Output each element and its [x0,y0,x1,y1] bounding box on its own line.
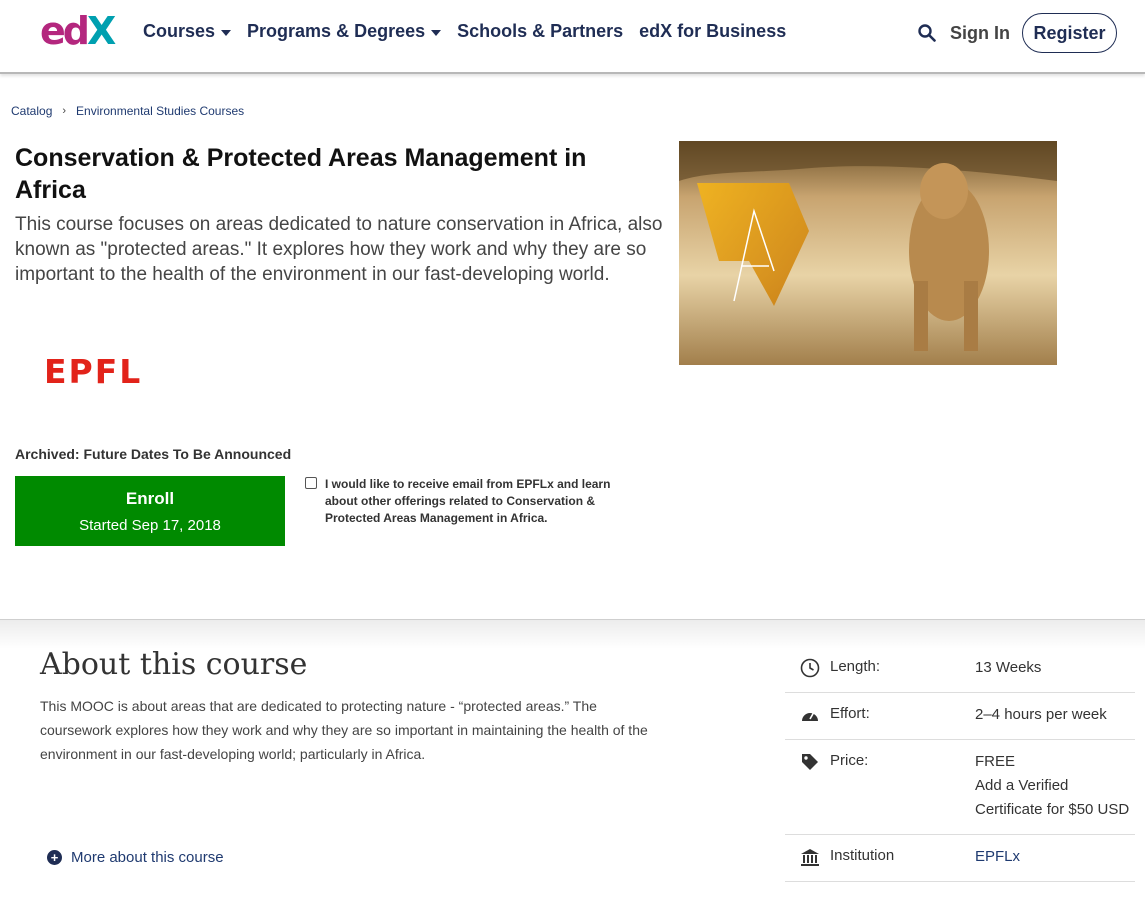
price-free: FREE [975,753,1016,770]
register-button[interactable]: Register [1022,13,1117,53]
school-logo[interactable]: EPFL [44,352,142,391]
fact-effort: Effort: 2–4 hours per week [785,693,1135,740]
institution-icon [800,847,820,867]
email-optin-checkbox[interactable] [305,477,317,489]
course-description: This course focuses on areas dedicated t… [15,214,663,285]
about-body: This MOOC is about areas that are dedica… [40,698,648,762]
institution-link[interactable]: EPFLx [975,845,1135,869]
email-optin-label: I would like to receive email from EPFLx… [325,477,611,525]
fact-length: Length: 13 Weeks [785,646,1135,693]
chevron-down-icon [431,29,442,36]
plus-circle-icon: + [47,850,62,865]
search-icon[interactable] [918,24,936,42]
email-optin: I would like to receive email from EPFLx… [305,476,645,527]
nav-courses[interactable]: Courses [143,21,232,42]
sign-in-link[interactable]: Sign In [950,23,1010,44]
edx-logo[interactable]: edX [40,11,116,51]
course-status: Archived: Future Dates To Be Announced [15,446,292,462]
more-about-link[interactable]: + More about this course [47,849,224,866]
course-image [679,141,1057,365]
main-nav: Courses Programs & Degrees Schools & Par… [143,21,786,42]
fact-institution: Institution EPFLx [785,835,1135,882]
chevron-down-icon [221,29,232,36]
breadcrumb-environmental-studies[interactable]: Environmental Studies Courses [76,104,244,118]
gauge-icon [800,705,820,725]
price-value: FREE Add a Verified Certificate for $50 … [975,750,1135,822]
enroll-button[interactable]: Enroll Started Sep 17, 2018 [15,476,285,546]
section-divider [0,619,1145,649]
nav-edx-for-business[interactable]: edX for Business [639,21,786,42]
course-image-illustration [679,141,1057,365]
breadcrumb-separator: › [62,105,67,117]
tag-icon [800,752,820,772]
price-certificate: Add a Verified Certificate for $50 USD [975,777,1130,818]
course-title: Conservation & Protected Areas Managemen… [15,144,587,204]
nav-schools-partners[interactable]: Schools & Partners [457,21,623,42]
breadcrumb-catalog[interactable]: Catalog [11,104,52,118]
breadcrumb: Catalog › Environmental Studies Courses [11,104,244,118]
fact-price: Price: FREE Add a Verified Certificate f… [785,740,1135,835]
nav-programs-degrees[interactable]: Programs & Degrees [247,21,442,42]
site-header: edX Courses Programs & Degrees Schools &… [0,0,1145,74]
clock-icon [800,658,820,678]
about-title: About this course [40,647,308,682]
course-facts: Length: 13 Weeks Effort: 2–4 hours per w… [785,646,1135,882]
